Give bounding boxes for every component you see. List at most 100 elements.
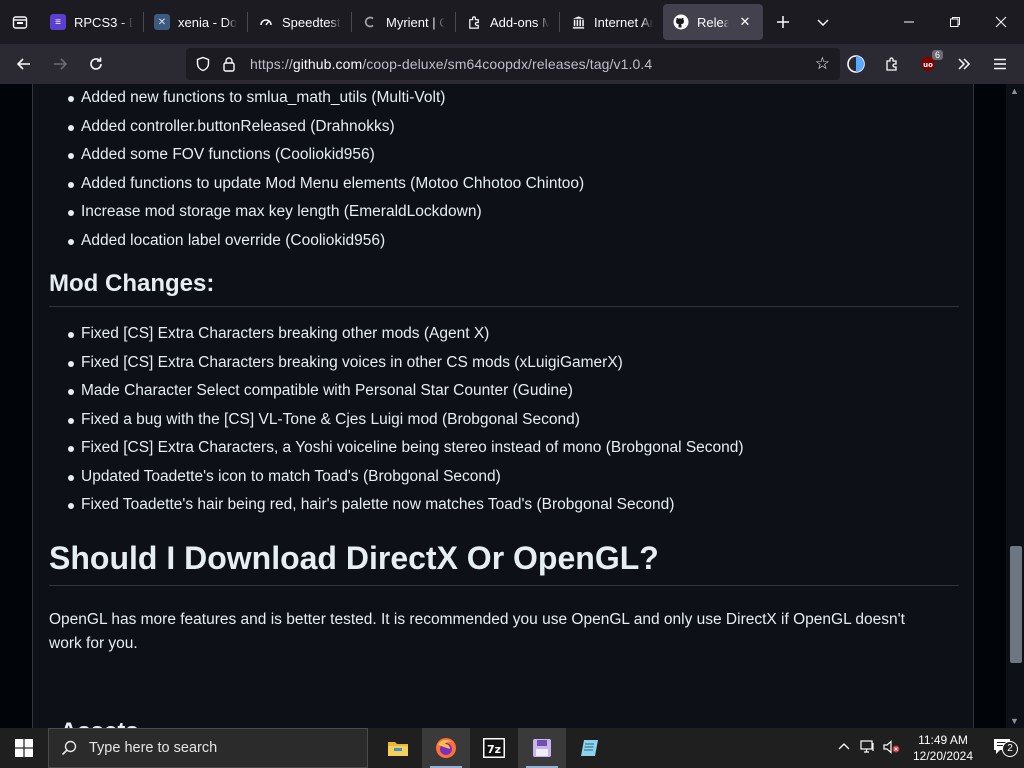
more-tools-button[interactable] <box>946 48 982 80</box>
archive-icon <box>570 14 586 30</box>
tab-github-release[interactable]: Release ✕ <box>663 4 763 40</box>
minimize-button[interactable] <box>886 0 932 44</box>
app-menu-button[interactable] <box>982 48 1018 80</box>
firefox-view-icon <box>12 16 28 29</box>
tab-speedtest[interactable]: Speedtest b <box>248 4 351 40</box>
list-item: Added functions to update Mod Menu eleme… <box>49 174 949 203</box>
address-bar[interactable]: https://github.com/coop-deluxe/sm64coopd… <box>186 48 840 80</box>
assets-heading: Assets <box>60 718 139 728</box>
svg-text:7z: 7z <box>487 743 501 756</box>
clock[interactable]: 11:49 AM 12/20/2024 <box>904 732 982 764</box>
close-tab-icon[interactable]: ✕ <box>737 14 753 30</box>
tab-title: Speedtest b <box>282 14 341 30</box>
xenia-icon: ✕ <box>154 14 170 30</box>
list-item: Added location label override (Cooliokid… <box>49 231 949 260</box>
search-placeholder: Type here to search <box>89 740 218 756</box>
firefox-view-button[interactable] <box>0 0 40 44</box>
folder-icon <box>388 742 408 756</box>
bookmark-star-icon[interactable]: ☆ <box>815 54 830 74</box>
close-icon <box>995 16 1007 28</box>
list-item: Added controller.buttonReleased (Drahnok… <box>49 117 949 146</box>
feature-list: Added new functions to smlua_math_utils … <box>49 88 949 259</box>
floppy-disk-icon <box>533 739 551 757</box>
directx-opengl-heading: Should I Download DirectX Or OpenGL? <box>49 540 959 586</box>
lock-icon[interactable] <box>216 56 242 72</box>
notification-count: 2 <box>1002 740 1018 757</box>
tab-title: Myrient | C <box>386 14 445 30</box>
speedtest-icon <box>258 14 274 30</box>
scrollbar-thumb[interactable] <box>1010 546 1022 663</box>
page-content: Added new functions to smlua_math_utils … <box>0 84 1024 728</box>
list-item: Added some FOV functions (Cooliokid956) <box>49 145 949 174</box>
scroll-up-icon[interactable]: ▲ <box>1010 86 1019 96</box>
start-button[interactable] <box>0 728 48 768</box>
puzzle-icon <box>886 57 897 71</box>
double-chevron-right-icon <box>958 58 971 70</box>
tab-title: Release <box>697 14 729 30</box>
firefox-taskbar-button[interactable] <box>422 728 470 768</box>
plus-icon <box>777 16 789 28</box>
tab-rpcs3[interactable]: ≡ RPCS3 - Do <box>40 4 143 40</box>
tab-title: RPCS3 - Do <box>74 14 133 30</box>
mod-changes-heading: Mod Changes: <box>49 270 959 307</box>
github-icon <box>673 14 689 30</box>
list-all-tabs-button[interactable] <box>803 0 843 44</box>
volume-muted-icon[interactable] <box>880 739 904 757</box>
list-item: Fixed Toadette's hair being red, hair's … <box>49 495 949 524</box>
list-item: Updated Toadette's icon to match Toad's … <box>49 467 949 496</box>
new-tab-button[interactable] <box>763 0 803 44</box>
tab-strip: ≡ RPCS3 - Do ✕ xenia - Dow Speedtest b M… <box>0 0 1024 44</box>
list-item: Fixed [CS] Extra Characters breaking voi… <box>49 353 949 382</box>
windows-logo-icon <box>15 739 33 757</box>
reload-button[interactable] <box>78 48 114 80</box>
notepad-button[interactable] <box>566 728 614 768</box>
myrient-icon <box>362 14 378 30</box>
account-ring-icon <box>847 55 865 73</box>
close-window-button[interactable] <box>978 0 1024 44</box>
url-text[interactable]: https://github.com/coop-deluxe/sm64coopd… <box>250 56 652 72</box>
forward-button[interactable] <box>42 48 78 80</box>
system-tray: 11:49 AM 12/20/2024 2 <box>832 728 1024 768</box>
hamburger-menu-icon <box>994 58 1006 70</box>
tab-xenia[interactable]: ✕ xenia - Dow <box>144 4 247 40</box>
emulator-taskbar-button[interactable] <box>518 728 566 768</box>
reload-icon <box>90 57 102 70</box>
puzzle-icon <box>466 14 482 30</box>
list-item: Fixed [CS] Extra Characters breaking oth… <box>49 324 949 353</box>
notifications-button[interactable]: 2 <box>982 738 1024 759</box>
back-button[interactable] <box>6 48 42 80</box>
ublock-origin-button[interactable]: uo 6 <box>910 48 946 80</box>
minimize-icon <box>904 21 914 23</box>
tab-title: Internet Ar <box>594 14 653 30</box>
directx-opengl-text: OpenGL has more features and is better t… <box>49 611 905 652</box>
extensions-button[interactable] <box>874 48 910 80</box>
release-notes-card: Added new functions to smlua_math_utils … <box>32 84 974 728</box>
list-item: Fixed a bug with the [CS] VL-Tone & Cjes… <box>49 410 949 439</box>
restore-button[interactable] <box>932 0 978 44</box>
notepad-icon <box>581 740 598 756</box>
mod-changes-list: Fixed [CS] Extra Characters breaking oth… <box>49 324 949 524</box>
tracking-protection-icon[interactable] <box>190 56 216 72</box>
taskbar-search[interactable]: Type here to search <box>48 728 368 768</box>
search-icon <box>61 740 77 756</box>
tab-myrient[interactable]: Myrient | C <box>352 4 455 40</box>
tab-addons[interactable]: Add-ons M <box>456 4 559 40</box>
7zip-button[interactable]: 7z <box>470 728 518 768</box>
account-button[interactable] <box>838 48 874 80</box>
file-explorer-button[interactable] <box>374 728 422 768</box>
page-scrollbar[interactable]: ▲ ▼ <box>1006 84 1024 728</box>
ublock-badge: 6 <box>931 50 943 60</box>
network-icon[interactable] <box>856 739 880 757</box>
list-item: Added new functions to smlua_math_utils … <box>49 88 949 117</box>
list-item: Fixed [CS] Extra Characters, a Yoshi voi… <box>49 438 949 467</box>
restore-icon <box>950 17 960 27</box>
chevron-down-icon <box>817 19 829 27</box>
clock-time: 11:49 AM <box>918 733 968 747</box>
tab-internet-archive[interactable]: Internet Ar <box>560 4 663 40</box>
back-arrow-icon <box>16 58 30 70</box>
tab-title: xenia - Dow <box>178 14 237 30</box>
scroll-down-icon[interactable]: ▼ <box>1010 716 1019 726</box>
tab-title: Add-ons M <box>490 14 549 30</box>
show-hidden-icons-chevron-up-icon[interactable] <box>832 741 856 756</box>
svg-text:uo: uo <box>923 61 933 69</box>
